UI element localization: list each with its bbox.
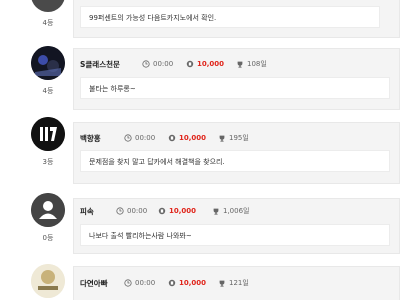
coin-info: 10,000	[168, 134, 206, 142]
coin-value: 10,000	[169, 207, 197, 215]
days-info: 1,006일	[212, 206, 249, 216]
username-link[interactable]: 피속	[80, 206, 94, 217]
avatar[interactable]	[31, 117, 65, 151]
avatar[interactable]	[31, 46, 65, 80]
days-value: 108일	[247, 60, 267, 68]
coin-value: 10,000	[197, 60, 225, 68]
message-bubble: 불타는 하루롱~	[80, 77, 390, 99]
coin-icon	[168, 134, 176, 142]
avatar-column: 0등	[28, 193, 68, 243]
avatar-column	[28, 264, 68, 298]
time-info: 00:00	[124, 134, 155, 142]
time-info: 00:00	[116, 207, 147, 215]
message-bubble: 문제점을 찾지 말고 답카에서 해결책을 찾으리.	[80, 150, 390, 172]
time-value: 00:00	[135, 134, 156, 142]
coin-info: 10,000	[168, 279, 206, 287]
avatar[interactable]	[31, 0, 65, 12]
clock-icon	[142, 60, 150, 68]
avatar[interactable]	[31, 193, 65, 227]
comment-meta: S클래스천문 00:00 10,000 108일	[80, 57, 380, 71]
message-bubble: 99퍼센트의 가능성 다음트카지노에서 확인.	[80, 6, 380, 28]
rank-label: 4등	[42, 19, 54, 27]
coin-info: 10,000	[158, 207, 196, 215]
coin-value: 10,000	[179, 279, 207, 287]
days-value: 195일	[229, 134, 249, 142]
rank-label: 3등	[42, 158, 54, 166]
coin-icon	[186, 60, 194, 68]
coin-icon	[168, 279, 176, 287]
days-value: 1,006일	[223, 207, 250, 215]
avatar-column: 4등	[28, 46, 68, 96]
avatar-column: 4등	[28, 0, 68, 28]
username-link[interactable]: 다연아빠	[80, 278, 108, 289]
avatar-image-icon	[31, 46, 65, 80]
comment-meta: 피속 00:00 10,000 1,006일	[80, 204, 380, 218]
time-value: 00:00	[135, 279, 156, 287]
days-info: 195일	[218, 133, 249, 143]
clock-icon	[124, 279, 132, 287]
coin-icon	[158, 207, 166, 215]
clock-icon	[124, 134, 132, 142]
time-value: 00:00	[153, 60, 174, 68]
comment-meta: 다연아빠 00:00 10,000 121일	[80, 276, 380, 290]
comment-meta: 백향홍 00:00 10,000 195일	[80, 131, 380, 145]
trophy-icon	[213, 208, 219, 215]
attendance-feed: 4등 99퍼센트의 가능성 다음트카지노에서 확인. 4등 S클래스천문 00:…	[0, 0, 400, 300]
username-link[interactable]: 백향홍	[80, 133, 101, 144]
time-info: 00:00	[142, 60, 173, 68]
days-info: 121일	[218, 278, 249, 288]
trophy-icon	[219, 280, 225, 287]
user-placeholder-icon	[31, 193, 65, 227]
coin-info: 10,000	[186, 60, 224, 68]
avatar-image-icon	[31, 117, 65, 151]
time-info: 00:00	[124, 279, 155, 287]
rank-label: 4등	[42, 87, 54, 95]
days-value: 121일	[229, 279, 249, 287]
avatar[interactable]	[31, 264, 65, 298]
avatar-image-icon	[31, 264, 65, 298]
rank-label: 0등	[42, 234, 54, 242]
clock-icon	[116, 207, 124, 215]
avatar-column: 3등	[28, 117, 68, 167]
message-bubble: 나보다 출석 빨리하는사람 나와봐~	[80, 224, 390, 246]
trophy-icon	[219, 135, 225, 142]
trophy-icon	[237, 61, 243, 68]
time-value: 00:00	[127, 207, 148, 215]
days-info: 108일	[236, 59, 267, 69]
coin-value: 10,000	[179, 134, 207, 142]
username-link[interactable]: S클래스천문	[80, 59, 120, 70]
